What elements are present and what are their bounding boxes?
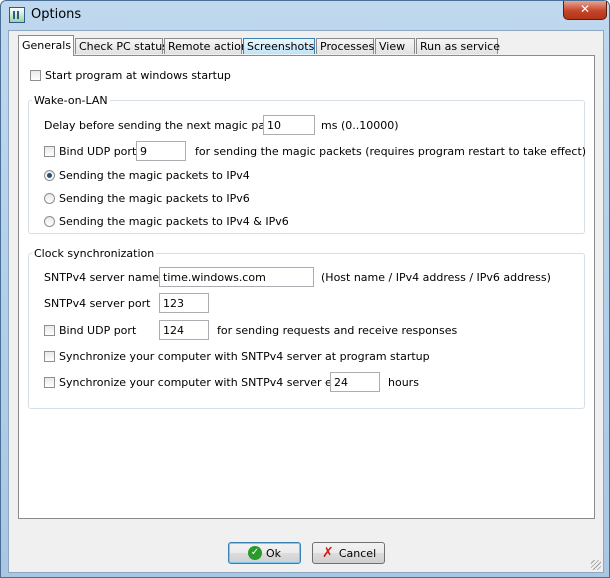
radio-both-label: Sending the magic packets to IPv4 & IPv6 (59, 215, 289, 228)
sntp-server-name-input[interactable] (159, 267, 314, 287)
clock-group-title: Clock synchronization (32, 247, 157, 260)
cancel-x-icon: ✗ (321, 545, 334, 561)
radio-ipv4-row[interactable]: Sending the magic packets to IPv4 (44, 169, 250, 182)
sync-every-label: Synchronize your computer with SNTPv4 se… (59, 376, 357, 389)
close-button[interactable]: ✕ (563, 1, 607, 20)
tab-run-as-service[interactable]: Run as service (416, 38, 500, 54)
wol-bind-udp-label: Bind UDP port (59, 145, 137, 158)
resize-grip[interactable] (591, 560, 601, 570)
tab-screenshots[interactable]: Screenshots (243, 38, 315, 54)
start-at-startup-label: Start program at windows startup (45, 69, 231, 82)
window-title: Options (31, 7, 82, 22)
cancel-button-label: Cancel (338, 546, 377, 560)
clock-bind-udp-row[interactable]: Bind UDP port (44, 324, 136, 337)
sync-startup-checkbox[interactable] (44, 351, 55, 362)
tab-remote-action[interactable]: Remote action (164, 38, 248, 54)
options-window: Options ✕ Generals Check PC status Remot… (0, 0, 610, 578)
wol-bind-udp-input[interactable] (136, 141, 186, 161)
wol-bind-udp-checkbox[interactable] (44, 146, 55, 157)
sync-startup-label: Synchronize your computer with SNTPv4 se… (59, 350, 430, 363)
start-at-startup-checkbox[interactable] (30, 70, 41, 81)
close-icon: ✕ (579, 2, 591, 16)
radio-ipv6[interactable] (44, 193, 55, 204)
dialog-client: Generals Check PC status Remote action S… (8, 30, 604, 573)
clock-bind-udp-input[interactable] (159, 320, 209, 340)
wol-bind-udp-row[interactable]: Bind UDP port (44, 145, 136, 158)
radio-ipv6-row[interactable]: Sending the magic packets to IPv6 (44, 192, 250, 205)
clock-bind-udp-label: Bind UDP port (59, 324, 137, 337)
sntp-server-port-label: SNTPv4 server port (44, 297, 151, 310)
generals-panel: Start program at windows startup Wake-on… (18, 55, 595, 519)
tab-processes[interactable]: Processes (316, 38, 374, 54)
sync-every-input[interactable] (330, 372, 380, 392)
sync-every-row[interactable]: Synchronize your computer with SNTPv4 se… (44, 376, 356, 389)
sync-every-unit: hours (388, 376, 419, 389)
radio-ipv4-ipv6[interactable] (44, 216, 55, 227)
ok-button[interactable]: ✓ Ok (228, 542, 301, 564)
start-at-startup-row[interactable]: Start program at windows startup (30, 69, 231, 82)
radio-both-row[interactable]: Sending the magic packets to IPv4 & IPv6 (44, 215, 289, 228)
checkmark-icon: ✓ (247, 546, 262, 560)
delay-unit: ms (0..10000) (321, 119, 399, 132)
clock-bind-udp-note: for sending requests and receive respons… (217, 324, 458, 337)
radio-ipv6-label: Sending the magic packets to IPv6 (59, 192, 250, 205)
radio-ipv4[interactable] (44, 170, 55, 181)
delay-label: Delay before sending the next magic pack… (44, 119, 289, 132)
wol-group-title: Wake-on-LAN (32, 94, 110, 107)
sntp-server-port-input[interactable] (159, 293, 209, 313)
cancel-button[interactable]: ✗ Cancel (312, 542, 385, 564)
tab-view[interactable]: View (375, 38, 415, 54)
sync-every-checkbox[interactable] (44, 377, 55, 388)
tab-generals[interactable]: Generals (18, 35, 74, 56)
radio-ipv4-label: Sending the magic packets to IPv4 (59, 169, 250, 182)
sntp-server-name-label: SNTPv4 server name (44, 271, 160, 284)
ok-button-label: Ok (265, 546, 282, 560)
app-icon (9, 7, 25, 23)
tab-check-pc-status[interactable]: Check PC status (75, 38, 168, 54)
clock-bind-udp-checkbox[interactable] (44, 325, 55, 336)
wol-bind-udp-note: for sending the magic packets (requires … (195, 145, 587, 158)
sync-startup-row[interactable]: Synchronize your computer with SNTPv4 se… (44, 350, 430, 363)
delay-input[interactable] (263, 115, 315, 135)
title-bar[interactable]: Options ✕ (1, 1, 609, 29)
sntp-server-name-note: (Host name / IPv4 address / IPv6 address… (321, 271, 551, 284)
